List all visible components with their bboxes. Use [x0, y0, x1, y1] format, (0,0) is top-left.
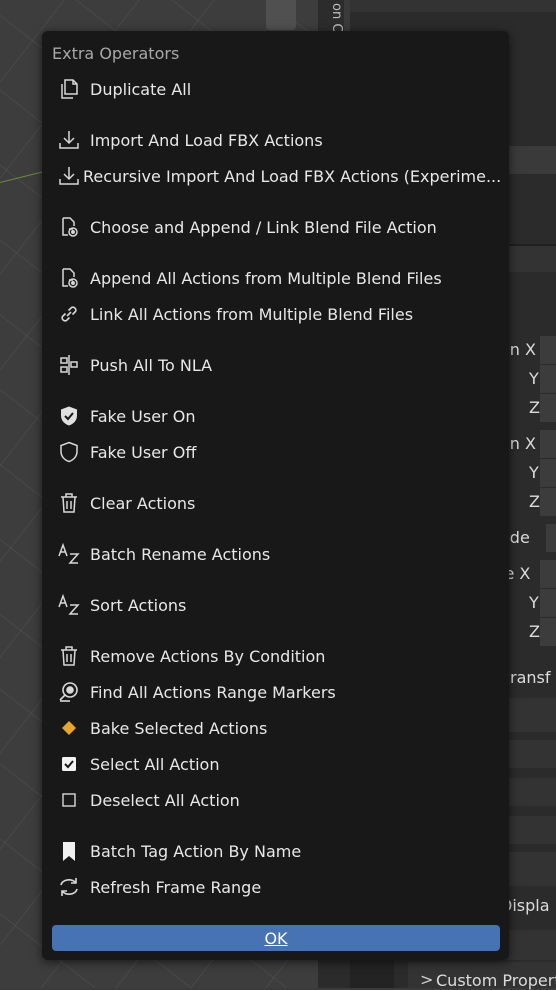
- refresh-icon: [55, 873, 83, 901]
- sort-az-icon: [55, 591, 83, 619]
- sort-az-icon: [55, 540, 83, 568]
- menu-item-batch-tag[interactable]: Batch Tag Action By Name: [52, 834, 498, 868]
- menu-item-label: Clear Actions: [90, 493, 196, 513]
- menu-item-bake-selected[interactable]: Bake Selected Actions: [52, 711, 498, 745]
- menu-item-find-range-markers[interactable]: Find All Actions Range Markers: [52, 675, 498, 709]
- menu-item-append-all-actions[interactable]: Append All Actions from Multiple Blend F…: [52, 261, 498, 295]
- nla-push-icon: [55, 351, 83, 379]
- import-icon: [55, 126, 83, 154]
- append-blend-icon: [55, 264, 83, 292]
- menu-item-label: Recursive Import And Load FBX Actions (E…: [83, 166, 502, 186]
- append-blend-icon: [55, 213, 83, 241]
- menu-item-label: Duplicate All: [90, 79, 192, 99]
- prop-label: Z: [529, 398, 540, 417]
- menu-item-fake-user-off[interactable]: Fake User Off: [52, 435, 498, 469]
- menu-item-label: Batch Rename Actions: [90, 544, 271, 564]
- menu-item-label: Link All Actions from Multiple Blend Fil…: [90, 304, 414, 324]
- prop-label: Y: [529, 593, 539, 612]
- shield-icon: [55, 438, 83, 466]
- link-icon: [55, 300, 83, 328]
- menu-item-label: Sort Actions: [90, 595, 187, 615]
- menu-item-label: Fake User Off: [90, 442, 197, 462]
- menu-item-fake-user-on[interactable]: Fake User On: [52, 399, 498, 433]
- prop-label: Z: [529, 492, 540, 511]
- menu-item-sort-actions[interactable]: Sort Actions: [52, 588, 498, 622]
- menu-item-link-all-actions[interactable]: Link All Actions from Multiple Blend Fil…: [52, 297, 498, 331]
- popup-title: Extra Operators: [52, 44, 180, 63]
- menu-item-label: Bake Selected Actions: [90, 718, 268, 738]
- menu-item-import-fbx[interactable]: Import And Load FBX Actions: [52, 123, 498, 157]
- viewport-tool-tab[interactable]: [266, 0, 296, 30]
- trash-icon: [55, 642, 83, 670]
- ok-button[interactable]: OK: [52, 925, 500, 951]
- menu-item-duplicate-all[interactable]: Duplicate All: [52, 72, 498, 106]
- menu-item-label: Import And Load FBX Actions: [90, 130, 323, 150]
- menu-item-select-all[interactable]: Select All Action: [52, 747, 498, 781]
- extra-operators-popup: Extra Operators Duplicate All Import And…: [42, 31, 509, 960]
- menu-item-label: Fake User On: [90, 406, 196, 426]
- shield-check-icon: [55, 402, 83, 430]
- checkbox-empty-icon: [55, 786, 83, 814]
- prop-label: Y: [529, 369, 539, 388]
- menu-item-label: Find All Actions Range Markers: [90, 682, 336, 702]
- import-icon: [55, 162, 83, 190]
- menu-item-label: Choose and Append / Link Blend File Acti…: [90, 217, 437, 237]
- menu-item-clear-actions[interactable]: Clear Actions: [52, 486, 498, 520]
- bookmark-icon: [55, 837, 83, 865]
- menu-item-label: Select All Action: [90, 754, 220, 774]
- checkbox-checked-icon: [55, 750, 83, 778]
- menu-item-label: Remove Actions By Condition: [90, 646, 326, 666]
- duplicate-icon: [55, 75, 83, 103]
- collapse-chevron-icon[interactable]: >: [420, 970, 433, 989]
- menu-item-remove-by-condition[interactable]: Remove Actions By Condition: [52, 639, 498, 673]
- menu-item-push-all-nla[interactable]: Push All To NLA: [52, 348, 498, 382]
- menu-item-label: Deselect All Action: [90, 790, 240, 810]
- trash-icon: [55, 489, 83, 517]
- find-icon: [55, 678, 83, 706]
- menu-item-recursive-import-fbx[interactable]: Recursive Import And Load FBX Actions (E…: [52, 159, 502, 193]
- prop-label: Z: [529, 622, 540, 641]
- menu-item-label: Batch Tag Action By Name: [90, 841, 302, 861]
- menu-item-batch-rename[interactable]: Batch Rename Actions: [52, 537, 498, 571]
- menu-item-label: Push All To NLA: [90, 355, 213, 375]
- prop-label: ransf: [510, 668, 551, 687]
- menu-item-label: Append All Actions from Multiple Blend F…: [90, 268, 442, 288]
- menu-item-choose-append-link[interactable]: Choose and Append / Link Blend File Acti…: [52, 210, 498, 244]
- keyframe-diamond-icon: [55, 714, 83, 742]
- menu-item-label: Refresh Frame Range: [90, 877, 262, 897]
- prop-label: Y: [529, 463, 539, 482]
- menu-item-deselect-all[interactable]: Deselect All Action: [52, 783, 498, 817]
- panel-custom-properties[interactable]: Custom Propert: [436, 971, 556, 990]
- menu-item-refresh-frame-range[interactable]: Refresh Frame Range: [52, 870, 498, 904]
